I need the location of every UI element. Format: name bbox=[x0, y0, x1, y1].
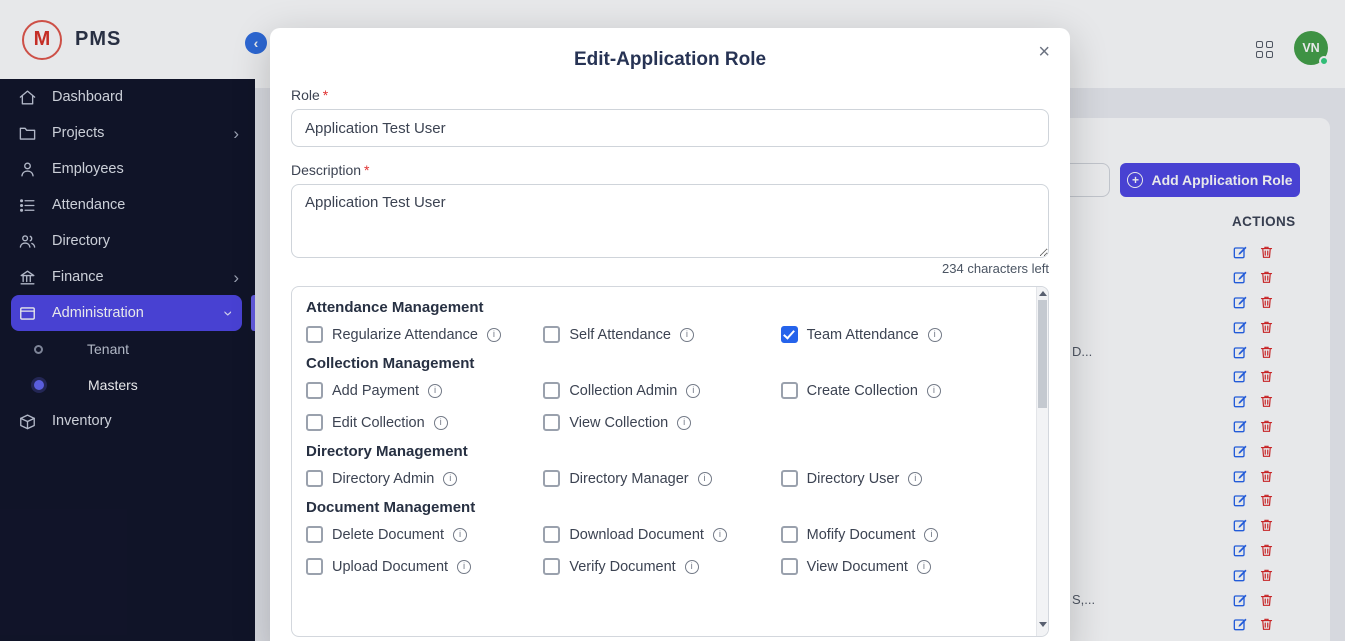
checkbox-icon[interactable] bbox=[543, 326, 560, 343]
permission-label: Create Collection bbox=[807, 383, 918, 399]
permissions-sections: Attendance Management Regularize Attendan… bbox=[306, 299, 1018, 575]
checkbox-icon[interactable] bbox=[781, 558, 798, 575]
checkbox-icon[interactable] bbox=[306, 470, 323, 487]
permission-section-title: Collection Management bbox=[306, 355, 1018, 372]
role-label: Role* bbox=[291, 87, 1049, 103]
permission-label: Mofify Document bbox=[807, 527, 916, 543]
info-icon[interactable]: i bbox=[434, 416, 448, 430]
checkbox-icon[interactable] bbox=[781, 526, 798, 543]
permission-grid: Delete DocumentiDownload DocumentiMofify… bbox=[306, 526, 1018, 575]
checkbox-icon[interactable] bbox=[543, 526, 560, 543]
role-input[interactable] bbox=[291, 109, 1049, 147]
permission-label: Delete Document bbox=[332, 527, 444, 543]
required-asterisk: * bbox=[364, 162, 369, 178]
permission-label: Team Attendance bbox=[807, 327, 919, 343]
required-asterisk: * bbox=[323, 87, 328, 103]
scrollbar[interactable] bbox=[1036, 287, 1048, 636]
permission-grid: Add PaymentiCollection AdminiCreate Coll… bbox=[306, 382, 1018, 431]
permission-add-payment[interactable]: Add Payment i bbox=[306, 382, 543, 399]
permission-directory-user[interactable]: Directory User i bbox=[781, 470, 1018, 487]
permission-label: Verify Document bbox=[569, 559, 675, 575]
permission-view-document[interactable]: View Document i bbox=[781, 558, 1018, 575]
checkbox-icon[interactable] bbox=[306, 326, 323, 343]
permission-verify-document[interactable]: Verify Document i bbox=[543, 558, 780, 575]
info-icon[interactable]: i bbox=[428, 384, 442, 398]
scrollbar-thumb[interactable] bbox=[1038, 300, 1047, 408]
permission-download-document[interactable]: Download Document i bbox=[543, 526, 780, 543]
info-icon[interactable]: i bbox=[928, 328, 942, 342]
permission-directory-admin[interactable]: Directory Admin i bbox=[306, 470, 543, 487]
checkbox-icon[interactable] bbox=[306, 526, 323, 543]
checkbox-icon[interactable] bbox=[543, 470, 560, 487]
info-icon[interactable]: i bbox=[453, 528, 467, 542]
modal-title: Edit-Application Role bbox=[291, 48, 1049, 72]
permission-label: View Document bbox=[807, 559, 908, 575]
permission-edit-collection[interactable]: Edit Collection i bbox=[306, 414, 543, 431]
info-icon[interactable]: i bbox=[487, 328, 501, 342]
permission-label: Directory Manager bbox=[569, 471, 688, 487]
permission-create-collection[interactable]: Create Collection i bbox=[781, 382, 1018, 399]
description-input[interactable]: Application Test User bbox=[291, 184, 1049, 258]
permission-grid: Regularize AttendanceiSelf AttendanceiTe… bbox=[306, 326, 1018, 343]
permission-label: Edit Collection bbox=[332, 415, 425, 431]
info-icon[interactable]: i bbox=[917, 560, 931, 574]
permission-label: Regularize Attendance bbox=[332, 327, 478, 343]
permission-label: View Collection bbox=[569, 415, 668, 431]
checkbox-icon[interactable] bbox=[306, 414, 323, 431]
info-icon[interactable]: i bbox=[698, 472, 712, 486]
info-icon[interactable]: i bbox=[677, 416, 691, 430]
info-icon[interactable]: i bbox=[908, 472, 922, 486]
checkbox-icon[interactable] bbox=[543, 414, 560, 431]
info-icon[interactable]: i bbox=[457, 560, 471, 574]
permission-section-title: Directory Management bbox=[306, 443, 1018, 460]
permission-delete-document[interactable]: Delete Document i bbox=[306, 526, 543, 543]
permission-team-attendance[interactable]: Team Attendance i bbox=[781, 326, 1018, 343]
permission-label: Directory User bbox=[807, 471, 900, 487]
permission-label: Self Attendance bbox=[569, 327, 671, 343]
checkbox-icon[interactable] bbox=[543, 558, 560, 575]
permission-self-attendance[interactable]: Self Attendance i bbox=[543, 326, 780, 343]
checkbox-icon[interactable] bbox=[306, 382, 323, 399]
edit-application-role-modal: Edit-Application Role × Role* Descriptio… bbox=[270, 28, 1070, 641]
permission-view-collection[interactable]: View Collection i bbox=[543, 414, 780, 431]
info-icon[interactable]: i bbox=[713, 528, 727, 542]
permission-label: Directory Admin bbox=[332, 471, 434, 487]
description-label: Description* bbox=[291, 162, 1049, 178]
checkbox-icon[interactable] bbox=[543, 382, 560, 399]
info-icon[interactable]: i bbox=[680, 328, 694, 342]
permission-section-title: Attendance Management bbox=[306, 299, 1018, 316]
info-icon[interactable]: i bbox=[686, 384, 700, 398]
info-icon[interactable]: i bbox=[927, 384, 941, 398]
permission-directory-manager[interactable]: Directory Manager i bbox=[543, 470, 780, 487]
close-icon[interactable]: × bbox=[1036, 40, 1052, 64]
permission-section-title: Document Management bbox=[306, 499, 1018, 516]
role-field: Role* bbox=[291, 87, 1049, 147]
info-icon[interactable]: i bbox=[685, 560, 699, 574]
scroll-up-arrow-icon[interactable] bbox=[1039, 291, 1047, 296]
description-field: Description* Application Test User 234 c… bbox=[291, 162, 1049, 276]
permissions-box: Attendance Management Regularize Attendan… bbox=[291, 286, 1049, 637]
permission-label: Add Payment bbox=[332, 383, 419, 399]
permission-upload-document[interactable]: Upload Document i bbox=[306, 558, 543, 575]
characters-left-counter: 234 characters left bbox=[291, 261, 1049, 276]
checkbox-icon[interactable] bbox=[306, 558, 323, 575]
permission-mofify-document[interactable]: Mofify Document i bbox=[781, 526, 1018, 543]
permission-grid: Directory AdminiDirectory ManageriDirect… bbox=[306, 470, 1018, 487]
permission-label: Download Document bbox=[569, 527, 704, 543]
info-icon[interactable]: i bbox=[924, 528, 938, 542]
checkbox-icon[interactable] bbox=[781, 470, 798, 487]
permission-collection-admin[interactable]: Collection Admin i bbox=[543, 382, 780, 399]
permission-label: Upload Document bbox=[332, 559, 448, 575]
info-icon[interactable]: i bbox=[443, 472, 457, 486]
permission-label: Collection Admin bbox=[569, 383, 677, 399]
checkbox-icon[interactable] bbox=[781, 382, 798, 399]
checkbox-icon[interactable] bbox=[781, 326, 798, 343]
permission-regularize-attendance[interactable]: Regularize Attendance i bbox=[306, 326, 543, 343]
scroll-down-arrow-icon[interactable] bbox=[1039, 622, 1047, 627]
